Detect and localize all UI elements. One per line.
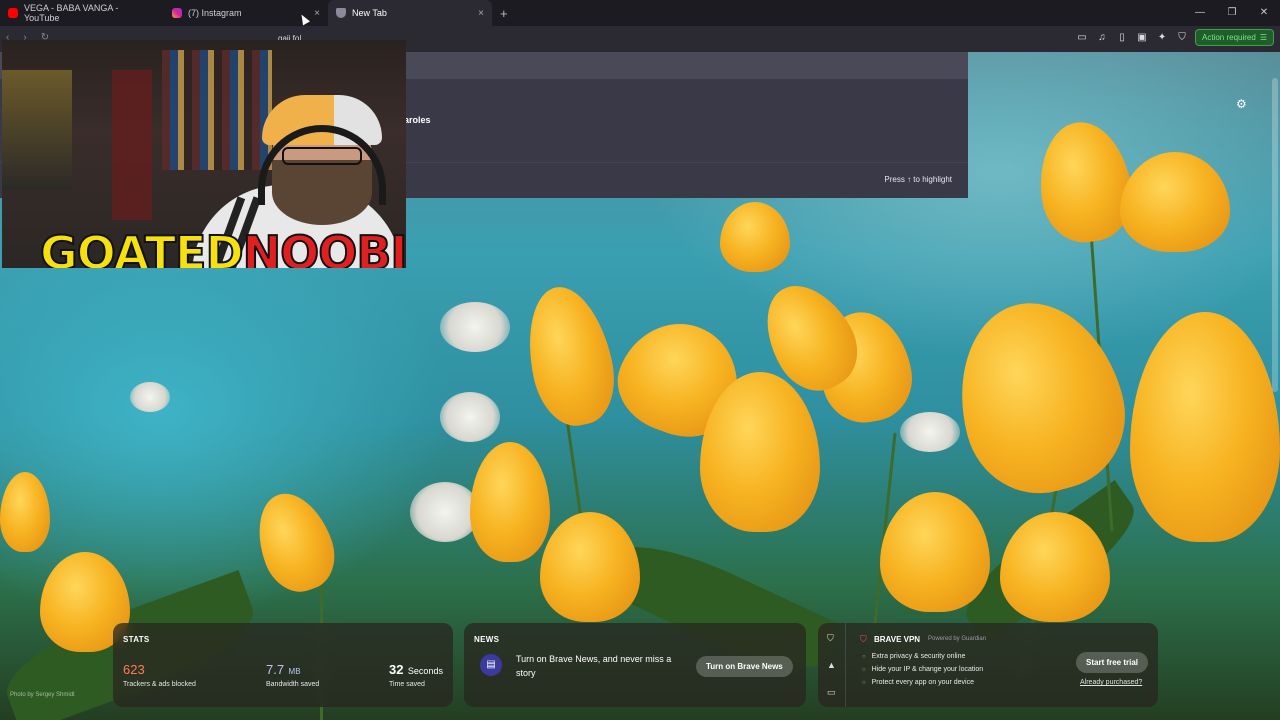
- news-title: NEWS: [474, 635, 500, 644]
- tab-search-icon[interactable]: ▭: [1075, 31, 1089, 45]
- vpn-feature: Hide your IP & change your location: [862, 663, 984, 676]
- omnibox-suggestion[interactable]: aroles: [404, 115, 431, 125]
- vpn-widget: ⛉ ▲ ▭ ⛉ BRAVE VPN Powered by Guardian Ex…: [818, 623, 1158, 707]
- youtube-icon: [8, 8, 18, 18]
- room-decor: [112, 70, 152, 220]
- time-unit: Seconds: [407, 666, 443, 676]
- media-icon[interactable]: ♫: [1095, 31, 1109, 45]
- logo-text-yellow: GOATED: [39, 226, 245, 268]
- new-tab-button[interactable]: +: [500, 6, 508, 21]
- poppy-flower: [1032, 116, 1138, 248]
- vpn-shield-icon[interactable]: ⛉: [827, 633, 834, 644]
- vpn-powered-by: Powered by Guardian: [928, 636, 987, 642]
- poppy-flower: [0, 472, 50, 552]
- stats-widget: STATS 623 Trackers & ads blocked 7.7 MB …: [113, 623, 453, 707]
- alert-icon[interactable]: ▲: [827, 660, 836, 670]
- already-purchased-link[interactable]: Already purchased?: [1080, 679, 1142, 686]
- poppy-flower: [540, 512, 640, 622]
- trackers-label: Trackers & ads blocked: [123, 681, 196, 688]
- poppy-flower: [245, 483, 345, 601]
- white-blossom: [130, 382, 170, 412]
- vpn-title: BRAVE VPN: [874, 635, 921, 644]
- sidebar-icon[interactable]: ▯: [1115, 31, 1129, 45]
- tab-strip: VEGA - BABA VANGA - YouTube (7) Instagra…: [0, 0, 1280, 26]
- vpn-feature-list: Extra privacy & security online Hide you…: [862, 650, 984, 689]
- news-widget: NEWS ▤ Turn on Brave News, and never mis…: [464, 623, 806, 707]
- stat-bandwidth: 7.7 MB Bandwidth saved: [266, 661, 319, 688]
- tab-title: New Tab: [352, 8, 387, 18]
- logo-text-red: NOOBIE: [242, 226, 406, 268]
- room-decor: [2, 70, 72, 190]
- window-controls: — ❐ ✕: [1184, 0, 1280, 26]
- poppy-flower: [1130, 312, 1280, 542]
- close-tab-icon[interactable]: ×: [314, 8, 320, 19]
- white-blossom: [440, 392, 500, 442]
- widget-switcher: ⛉ ▲ ▭: [818, 623, 846, 707]
- trackers-value: 623: [123, 662, 145, 677]
- poppy-flower: [1120, 152, 1230, 252]
- close-tab-icon[interactable]: ×: [478, 8, 484, 19]
- time-value: 32: [389, 662, 404, 677]
- poppy-flower: [880, 492, 990, 612]
- leo-ai-icon[interactable]: ✦: [1155, 31, 1169, 45]
- tab-youtube[interactable]: VEGA - BABA VANGA - YouTube: [0, 0, 164, 26]
- wallet-icon[interactable]: ▣: [1135, 31, 1149, 45]
- start-free-trial-button[interactable]: Start free trial: [1076, 652, 1149, 673]
- turn-on-news-button[interactable]: Turn on Brave News: [696, 656, 793, 677]
- action-required-button[interactable]: Action required ☰: [1195, 29, 1274, 46]
- tab-title: (7) Instagram: [188, 8, 242, 18]
- brave-vpn-logo-icon: ⛉: [860, 634, 867, 644]
- toolbar-right-icons: ▭ ♫ ▯ ▣ ✦ ⛉ Action required ☰: [1075, 29, 1274, 46]
- vpn-shield-icon[interactable]: ⛉: [1175, 31, 1189, 45]
- bandwidth-value: 7.7: [266, 662, 285, 677]
- bandwidth-label: Bandwidth saved: [266, 681, 320, 688]
- close-window-icon[interactable]: ✕: [1248, 0, 1280, 26]
- restore-icon[interactable]: ❐: [1216, 0, 1248, 26]
- settings-gear-icon[interactable]: ⚙: [1236, 97, 1247, 111]
- omnibox-hint: Press ↑ to highlight: [884, 175, 952, 184]
- instagram-icon: [172, 8, 182, 18]
- bandwidth-unit: MB: [288, 667, 301, 676]
- channel-logo: GOATEDNOOBIE: [39, 229, 406, 268]
- vpn-feature: Extra privacy & security online: [862, 650, 983, 663]
- scrollbar-thumb[interactable]: [1272, 78, 1278, 392]
- glasses: [282, 147, 362, 165]
- poppy-flower: [516, 279, 624, 433]
- poppy-flower: [720, 202, 790, 272]
- news-promo-text: Turn on Brave News, and never miss a sto…: [516, 654, 672, 678]
- tab-new-tab[interactable]: New Tab ×: [328, 0, 492, 26]
- brave-shield-icon: [336, 8, 346, 18]
- poppy-flower: [938, 284, 1142, 510]
- minimize-icon[interactable]: —: [1184, 0, 1216, 26]
- webcam-overlay: GOATEDNOOBIE: [2, 40, 406, 268]
- white-blossom: [900, 412, 960, 452]
- stats-title: STATS: [123, 635, 150, 644]
- time-label: Time saved: [389, 681, 425, 688]
- action-required-label: Action required: [1202, 33, 1256, 42]
- newspaper-icon: ▤: [480, 654, 502, 676]
- photo-credit[interactable]: Photo by Sergey Shmidt: [10, 692, 75, 698]
- white-blossom: [440, 302, 510, 352]
- tab-title: VEGA - BABA VANGA - YouTube: [24, 3, 119, 23]
- menu-icon: ☰: [1259, 33, 1267, 42]
- stat-trackers: 623 Trackers & ads blocked: [123, 661, 196, 688]
- stat-time: 32 Seconds Time saved: [389, 661, 443, 688]
- vpn-feature: Protect every app on your device: [862, 676, 983, 689]
- card-icon[interactable]: ▭: [827, 687, 836, 698]
- poppy-flower: [470, 442, 550, 562]
